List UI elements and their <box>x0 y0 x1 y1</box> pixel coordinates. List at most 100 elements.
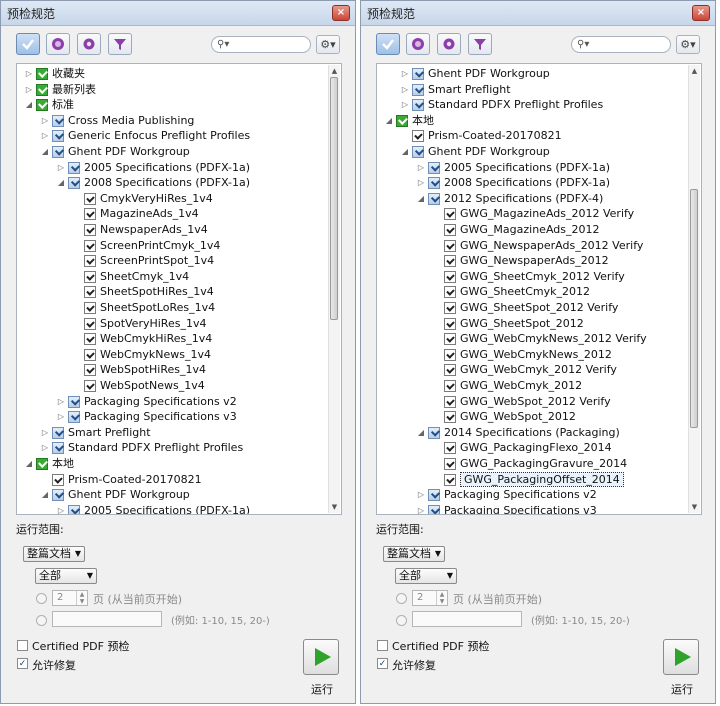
collapse-arrow-icon[interactable]: ◢ <box>23 456 35 472</box>
tree-item[interactable]: GWG_MagazineAds_2012 <box>431 222 600 238</box>
certified-pdf-checkbox[interactable] <box>17 640 28 651</box>
tree-item[interactable]: ◢ 标准 <box>23 97 74 113</box>
expand-arrow-icon[interactable]: ▷ <box>55 409 67 425</box>
tree-item[interactable]: ▷ Packaging Specifications v2 <box>55 394 237 410</box>
tree-item[interactable]: ◢ 本地 <box>23 456 74 472</box>
tree-item[interactable]: ◢ 本地 <box>383 113 434 129</box>
tree-item[interactable]: ▷ Smart Preflight <box>39 425 151 441</box>
tree-item[interactable]: WebCmykHiRes_1v4 <box>71 331 212 347</box>
expand-arrow-icon[interactable]: ▷ <box>415 160 427 176</box>
collapse-arrow-icon[interactable]: ◢ <box>39 144 51 160</box>
page-range-input[interactable] <box>412 611 522 627</box>
tree-item[interactable]: GWG_MagazineAds_2012 Verify <box>431 206 634 222</box>
tree-item[interactable]: GWG_PackagingGravure_2014 <box>431 456 627 472</box>
expand-arrow-icon[interactable]: ▷ <box>39 128 51 144</box>
scroll-thumb[interactable] <box>690 189 698 428</box>
filter-view-button[interactable] <box>108 33 132 55</box>
tree-item[interactable]: ▷ 2005 Specifications (PDFX-1a) <box>55 160 250 176</box>
collapse-arrow-icon[interactable]: ◢ <box>415 425 427 441</box>
page-range-radio[interactable] <box>36 615 47 626</box>
tree-item[interactable]: ▷ 最新列表 <box>23 82 96 98</box>
scope-select[interactable]: 整篇文档 ▼ <box>383 546 445 562</box>
profiles-view-button[interactable] <box>376 33 400 55</box>
tree-item[interactable]: GWG_WebCmykNews_2012 Verify <box>431 331 647 347</box>
tree-item[interactable]: GWG_SheetCmyk_2012 Verify <box>431 269 625 285</box>
scroll-up-arrow-icon[interactable]: ▲ <box>689 65 700 77</box>
expand-arrow-icon[interactable]: ▷ <box>415 175 427 191</box>
expand-arrow-icon[interactable]: ▷ <box>399 82 411 98</box>
tree-item[interactable]: SheetSpotLoRes_1v4 <box>71 300 215 316</box>
expand-arrow-icon[interactable]: ▷ <box>23 66 35 82</box>
page-count-stepper[interactable]: 2 ▲ ▼ <box>52 590 88 606</box>
close-button[interactable]: × <box>332 5 350 21</box>
tree-item[interactable]: ▷ Smart Preflight <box>399 82 511 98</box>
actions-view-button[interactable] <box>437 33 461 55</box>
expand-arrow-icon[interactable]: ▷ <box>55 503 67 514</box>
tree-item[interactable]: ScreenPrintCmyk_1v4 <box>71 238 220 254</box>
stepper-arrows-icon[interactable]: ▲ ▼ <box>436 591 447 605</box>
tree-item[interactable]: ◢ Ghent PDF Workgroup <box>39 487 190 503</box>
tree-item[interactable]: SheetCmyk_1v4 <box>71 269 189 285</box>
tree-item[interactable]: ▷ 收藏夹 <box>23 66 85 82</box>
scope-select[interactable]: 整篇文档 ▼ <box>23 546 85 562</box>
tree-scrollbar[interactable]: ▲ ▼ <box>328 65 340 513</box>
tree-item[interactable]: ◢ 2014 Specifications (Packaging) <box>415 425 620 441</box>
tree-item[interactable]: GWG_PackagingOffset_2014 <box>431 471 624 488</box>
tree-item[interactable]: WebSpotHiRes_1v4 <box>71 362 206 378</box>
tree-item[interactable]: ▷ 2005 Specifications (PDFX-1a) <box>55 503 250 514</box>
close-button[interactable]: × <box>692 5 710 21</box>
tree-item[interactable]: Prism-Coated-20170821 <box>399 128 562 144</box>
expand-arrow-icon[interactable]: ▷ <box>39 113 51 129</box>
search-input[interactable]: ⚲▾ <box>571 36 671 53</box>
expand-arrow-icon[interactable]: ▷ <box>39 440 51 456</box>
tree-item[interactable]: MagazineAds_1v4 <box>71 206 199 222</box>
tree-item[interactable]: SheetSpotHiRes_1v4 <box>71 284 214 300</box>
collapse-arrow-icon[interactable]: ◢ <box>415 191 427 207</box>
tree-item[interactable]: GWG_WebSpot_2012 <box>431 409 576 425</box>
tree-item[interactable]: ▷ Packaging Specifications v3 <box>55 409 237 425</box>
tree-item[interactable]: ◢ 2008 Specifications (PDFX-1a) <box>55 175 250 191</box>
search-input[interactable]: ⚲▾ <box>211 36 311 53</box>
tree-item[interactable]: GWG_SheetCmyk_2012 <box>431 284 590 300</box>
certified-pdf-checkbox[interactable] <box>377 640 388 651</box>
tree-item[interactable]: NewspaperAds_1v4 <box>71 222 208 238</box>
profiles-view-button[interactable] <box>16 33 40 55</box>
tree-item[interactable]: ▷ Packaging Specifications v2 <box>415 487 597 503</box>
page-count-stepper[interactable]: 2 ▲ ▼ <box>412 590 448 606</box>
pages-select[interactable]: 全部 ▼ <box>35 568 97 584</box>
expand-arrow-icon[interactable]: ▷ <box>399 97 411 113</box>
tree-item[interactable]: GWG_PackagingFlexo_2014 <box>431 440 612 456</box>
tree-item[interactable]: ▷ 2008 Specifications (PDFX-1a) <box>415 175 610 191</box>
tree-item[interactable]: WebCmykNews_1v4 <box>71 347 211 363</box>
options-menu-button[interactable]: ⚙▾ <box>316 35 340 54</box>
allow-fix-checkbox[interactable]: ✓ <box>17 658 28 669</box>
scroll-thumb[interactable] <box>330 77 338 320</box>
tree-item[interactable]: SpotVeryHiRes_1v4 <box>71 316 206 332</box>
tree-item[interactable]: GWG_WebCmyk_2012 Verify <box>431 362 617 378</box>
tree-item[interactable]: ▷ Cross Media Publishing <box>39 113 194 129</box>
tree-item[interactable]: ScreenPrintSpot_1v4 <box>71 253 214 269</box>
tree-item[interactable]: CmykVeryHiRes_1v4 <box>71 191 213 207</box>
collapse-arrow-icon[interactable]: ◢ <box>39 487 51 503</box>
tree-item[interactable]: ◢ Ghent PDF Workgroup <box>399 144 550 160</box>
expand-arrow-icon[interactable]: ▷ <box>23 82 35 98</box>
tree-item[interactable]: GWG_SheetSpot_2012 Verify <box>431 300 618 316</box>
page-count-radio[interactable] <box>396 593 407 604</box>
tree-item[interactable]: ▷ Packaging Specifications v3 <box>415 503 597 514</box>
collapse-arrow-icon[interactable]: ◢ <box>383 113 395 129</box>
collapse-arrow-icon[interactable]: ◢ <box>399 144 411 160</box>
fixups-view-button[interactable] <box>406 33 430 55</box>
tree-item[interactable]: GWG_SheetSpot_2012 <box>431 316 584 332</box>
options-menu-button[interactable]: ⚙▾ <box>676 35 700 54</box>
scroll-up-arrow-icon[interactable]: ▲ <box>329 65 340 77</box>
tree-item[interactable]: GWG_WebCmykNews_2012 <box>431 347 612 363</box>
tree-item[interactable]: ◢ Ghent PDF Workgroup <box>39 144 190 160</box>
expand-arrow-icon[interactable]: ▷ <box>415 487 427 503</box>
scroll-down-arrow-icon[interactable]: ▼ <box>689 501 700 513</box>
page-range-radio[interactable] <box>396 615 407 626</box>
expand-arrow-icon[interactable]: ▷ <box>415 503 427 514</box>
fixups-view-button[interactable] <box>46 33 70 55</box>
tree-item[interactable]: GWG_WebCmyk_2012 <box>431 378 582 394</box>
actions-view-button[interactable] <box>77 33 101 55</box>
tree-item[interactable]: WebSpotNews_1v4 <box>71 378 205 394</box>
